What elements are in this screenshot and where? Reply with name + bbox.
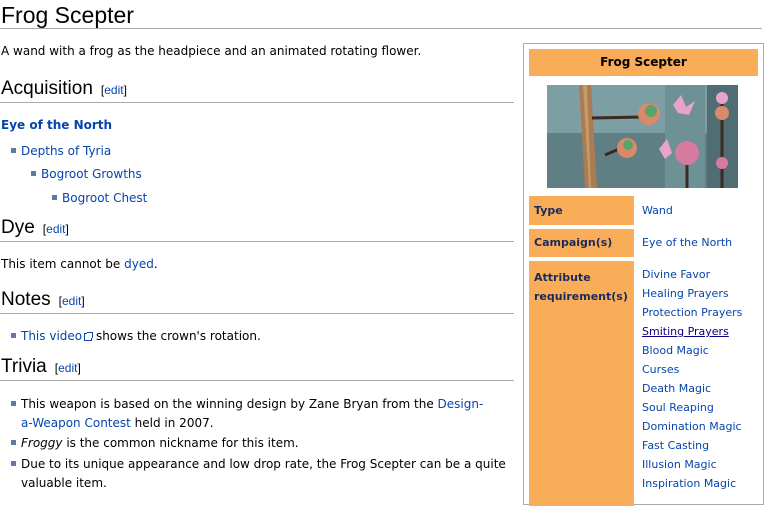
acquisition-divider (0, 102, 514, 103)
attr-curses[interactable]: Curses (642, 360, 742, 379)
campaign-label: Campaign(s) (529, 229, 634, 257)
attribute-label-line-2: requirement(s) (534, 290, 628, 303)
list-bullet (11, 333, 16, 338)
notes-text: shows the crown's rotation. (92, 329, 261, 343)
infobox-title: Frog Scepter (529, 49, 758, 76)
type-label: Type (529, 196, 634, 225)
frog-scepter-image (547, 85, 738, 188)
dye-heading-text: Dye (1, 217, 35, 238)
list-bullet (11, 148, 16, 153)
attr-healing-prayers[interactable]: Healing Prayers (642, 284, 742, 303)
dye-text: This item cannot be (1, 257, 125, 271)
trivia-1-text-end: held in 2007. (130, 416, 214, 430)
trivia-1-text: This weapon is based on the winning desi… (21, 397, 438, 411)
attr-soul-reaping[interactable]: Soul Reaping (642, 398, 742, 417)
trivia-heading-text: Trivia (1, 356, 47, 377)
region-link[interactable]: Eye of the North (1, 115, 112, 135)
list-bullet (52, 195, 57, 200)
trivia-item-1-line-2: a-Weapon Contest held in 2007. (21, 413, 214, 433)
attr-inspiration-magic[interactable]: Inspiration Magic (642, 474, 742, 493)
acq-item-depths-of-tyria[interactable]: Depths of Tyria (21, 141, 111, 161)
acquisition-edit-wrapper: [edit] (100, 83, 127, 97)
dye-divider (0, 241, 514, 242)
dye-edit-link[interactable]: edit (46, 222, 65, 236)
trivia-edit-link[interactable]: edit (58, 361, 77, 375)
attr-illusion-magic[interactable]: Illusion Magic (642, 455, 742, 474)
design-a-weapon-link-a[interactable]: Design- (438, 397, 484, 411)
notes-item: This video shows the crown's rotation. (21, 326, 261, 346)
dye-text-end: . (153, 257, 158, 271)
attribute-label-line-1: Attribute (534, 271, 591, 284)
attr-smiting-prayers[interactable]: Smiting Prayers (642, 322, 742, 341)
attr-death-magic[interactable]: Death Magic (642, 379, 742, 398)
infobox: Frog Scepter Type Wand Campaign(s) Eye o… (523, 43, 764, 506)
trivia-item-3-line-2: valuable item. (21, 476, 107, 490)
list-bullet (11, 401, 16, 406)
froggy-text: Froggy (21, 436, 63, 450)
dyed-link[interactable]: dyed (124, 257, 154, 271)
trivia-divider (0, 380, 514, 381)
trivia-item-3-line-1: Due to its unique appearance and low dro… (21, 457, 506, 471)
notes-divider (0, 313, 514, 314)
dye-paragraph: This item cannot be dyed. (1, 254, 158, 274)
list-bullet (31, 171, 36, 176)
design-a-weapon-link-b[interactable]: a-Weapon Contest (21, 416, 131, 430)
list-bullet (11, 440, 16, 445)
acquisition-heading: Acquisition [edit] (1, 77, 127, 102)
notes-edit-link[interactable]: edit (62, 294, 81, 308)
external-link-icon (84, 332, 94, 341)
title-divider (0, 28, 762, 29)
acq-item-bogroot-chest[interactable]: Bogroot Chest (62, 188, 147, 208)
dye-edit-wrapper: [edit] (42, 222, 69, 236)
page-title: Frog Scepter (1, 2, 134, 28)
video-link[interactable]: This video (21, 329, 82, 343)
trivia-heading: Trivia [edit] (1, 355, 81, 380)
dye-heading: Dye [edit] (1, 216, 69, 241)
lead-paragraph: A wand with a frog as the headpiece and … (1, 44, 422, 58)
trivia-item-1-line-1: This weapon is based on the winning desi… (21, 394, 483, 414)
notes-heading-text: Notes (1, 289, 51, 310)
item-image[interactable] (547, 85, 738, 188)
attr-divine-favor[interactable]: Divine Favor (642, 265, 742, 284)
notes-heading: Notes [edit] (1, 288, 85, 313)
attr-blood-magic[interactable]: Blood Magic (642, 341, 742, 360)
trivia-2-text: is the common nickname for this item. (62, 436, 299, 450)
acq-item-bogroot-growths[interactable]: Bogroot Growths (41, 164, 142, 184)
attr-fast-casting[interactable]: Fast Casting (642, 436, 742, 455)
trivia-edit-wrapper: [edit] (54, 361, 81, 375)
attr-protection-prayers[interactable]: Protection Prayers (642, 303, 742, 322)
attribute-list: Divine Favor Healing Prayers Protection … (642, 265, 742, 493)
attr-domination-magic[interactable]: Domination Magic (642, 417, 742, 436)
attribute-requirement-label: Attribute requirement(s) (529, 261, 634, 506)
campaign-value-link[interactable]: Eye of the North (642, 236, 732, 249)
acquisition-edit-link[interactable]: edit (104, 83, 123, 97)
type-value-link[interactable]: Wand (642, 204, 673, 217)
list-bullet (11, 461, 16, 466)
acquisition-heading-text: Acquisition (1, 78, 93, 99)
trivia-item-2: Froggy is the common nickname for this i… (21, 433, 299, 453)
notes-edit-wrapper: [edit] (58, 294, 85, 308)
